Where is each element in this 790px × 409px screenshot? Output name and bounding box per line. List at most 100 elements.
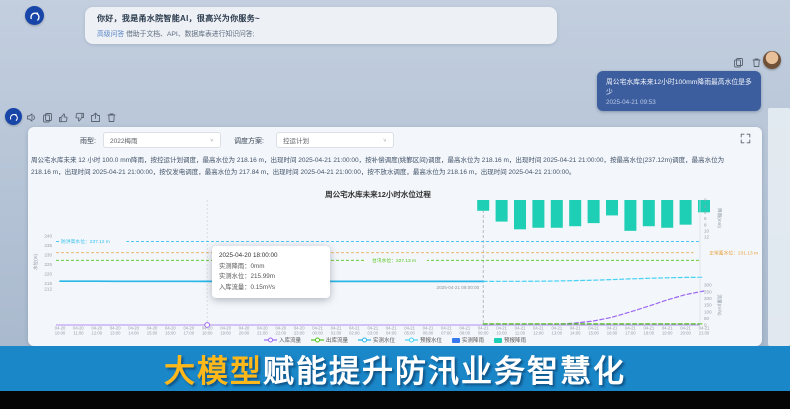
tooltip-rows: 实测降雨：0mm实测水位：215.99m入库流量：0.15m³/s bbox=[219, 262, 323, 294]
plan-value: 控运计划 bbox=[283, 135, 309, 145]
legend-item[interactable]: 预报降雨 bbox=[494, 336, 526, 344]
user-avatar bbox=[763, 51, 781, 69]
trash-icon[interactable] bbox=[106, 110, 117, 128]
water-level-chart[interactable]: 2025-04-21 09:00:00 防洪高水位：237.12 m 正常蓄水位：2… bbox=[28, 198, 762, 338]
svg-text:4: 4 bbox=[704, 210, 707, 215]
svg-text:00:00: 00:00 bbox=[312, 331, 323, 336]
legend-line-marker bbox=[358, 337, 371, 343]
legend-item[interactable]: 出库流量 bbox=[311, 336, 348, 344]
legend-label: 入库流量 bbox=[279, 336, 301, 344]
svg-text:10:00: 10:00 bbox=[496, 331, 507, 336]
svg-text:09:00: 09:00 bbox=[478, 331, 489, 336]
thumbs-down-icon[interactable] bbox=[74, 110, 85, 128]
svg-text:02:00: 02:00 bbox=[349, 331, 360, 336]
svg-text:215: 215 bbox=[44, 281, 52, 286]
svg-text:200: 200 bbox=[704, 296, 712, 301]
svg-text:01:00: 01:00 bbox=[331, 331, 342, 336]
greeting-title: 你好，我是甬水院智能AI，很高兴为你服务~ bbox=[97, 13, 545, 24]
banner-text: 大模型赋能提升防汛业务智慧化 bbox=[164, 346, 626, 391]
svg-text:防洪高水位：237.12 m: 防洪高水位：237.12 m bbox=[61, 238, 110, 245]
svg-text:12:00: 12:00 bbox=[533, 331, 544, 336]
greeting-desc: 高级问答 借助于文档、API、数据库表进行知识问答; bbox=[97, 28, 545, 38]
svg-text:220: 220 bbox=[44, 271, 52, 276]
svg-text:12: 12 bbox=[704, 235, 710, 240]
svg-text:15:00: 15:00 bbox=[588, 331, 599, 336]
svg-text:0: 0 bbox=[704, 198, 707, 203]
legend-item[interactable]: 预报水位 bbox=[405, 336, 442, 344]
svg-text:50: 50 bbox=[704, 316, 710, 321]
svg-text:2025-04-21 09:00:00: 2025-04-21 09:00:00 bbox=[437, 285, 480, 290]
svg-text:04:00: 04:00 bbox=[386, 331, 397, 336]
legend-rect-marker bbox=[452, 338, 460, 343]
legend-label: 实测降雨 bbox=[462, 336, 484, 344]
banner-rest: 赋能提升防汛业务智慧化 bbox=[263, 354, 626, 389]
svg-text:100: 100 bbox=[704, 309, 712, 314]
tooltip-row: 实测水位：215.99m bbox=[219, 272, 323, 283]
tooltip-row: 入库流量：0.15m³/s bbox=[219, 283, 323, 294]
svg-text:流量(m³/s): 流量(m³/s) bbox=[716, 294, 723, 316]
svg-text:250: 250 bbox=[704, 289, 712, 294]
svg-text:20:00: 20:00 bbox=[239, 331, 250, 336]
svg-text:235: 235 bbox=[44, 243, 52, 248]
legend-line-marker bbox=[311, 337, 324, 343]
svg-text:150: 150 bbox=[704, 303, 712, 308]
svg-text:03:00: 03:00 bbox=[368, 331, 379, 336]
rain-type-value: 2022梅雨 bbox=[110, 135, 137, 145]
svg-text:240: 240 bbox=[44, 234, 52, 239]
svg-text:14:00: 14:00 bbox=[570, 331, 581, 336]
svg-text:21:00: 21:00 bbox=[699, 331, 710, 336]
legend-item[interactable]: 实测降雨 bbox=[452, 336, 484, 344]
legend-label: 预报降雨 bbox=[504, 336, 526, 344]
thumbs-up-icon[interactable] bbox=[58, 110, 69, 128]
svg-text:台汛水位：227.13 m: 台汛水位：227.13 m bbox=[372, 257, 416, 264]
svg-text:13:00: 13:00 bbox=[552, 331, 563, 336]
svg-text:19:00: 19:00 bbox=[662, 331, 673, 336]
banner-highlight: 大模型 bbox=[164, 354, 263, 389]
svg-text:17:00: 17:00 bbox=[625, 331, 636, 336]
svg-text:正常蓄水位：231.13 m: 正常蓄水位：231.13 m bbox=[709, 250, 758, 257]
qa-mode-tag: 高级问答 bbox=[97, 31, 124, 38]
svg-text:14:00: 14:00 bbox=[128, 331, 139, 336]
svg-text:10: 10 bbox=[704, 228, 710, 233]
svg-text:13:00: 13:00 bbox=[110, 331, 121, 336]
background: 你好，我是甬水院智能AI，很高兴为你服务~ 高级问答 借助于文档、API、数据库… bbox=[0, 0, 790, 409]
svg-text:06:00: 06:00 bbox=[423, 331, 434, 336]
svg-text:8: 8 bbox=[704, 222, 707, 227]
svg-text:225: 225 bbox=[44, 262, 52, 267]
user-message-bubble: 周公宅水库未来12小时100mm降雨最高水位是多少 2025-04-21 09:… bbox=[597, 71, 761, 111]
legend-label: 实测水位 bbox=[373, 336, 395, 344]
svg-text:23:00: 23:00 bbox=[294, 331, 305, 336]
fullscreen-icon[interactable] bbox=[740, 131, 751, 149]
svg-text:08:00: 08:00 bbox=[460, 331, 471, 336]
copy-icon[interactable] bbox=[42, 110, 53, 128]
chart-legend: 入库流量 出库流量 实测水位 预报水位 实测降雨 预报降雨 bbox=[28, 336, 762, 344]
chevron-down-icon: ∨ bbox=[383, 137, 387, 143]
assistant-avatar bbox=[5, 108, 22, 125]
svg-text:10:00: 10:00 bbox=[55, 331, 66, 336]
sound-icon[interactable] bbox=[26, 110, 37, 128]
export-icon[interactable] bbox=[90, 110, 101, 128]
svg-text:16:00: 16:00 bbox=[165, 331, 176, 336]
svg-text:18:00: 18:00 bbox=[644, 331, 655, 336]
svg-text:17:00: 17:00 bbox=[184, 331, 195, 336]
assistant-logo-icon bbox=[28, 9, 41, 22]
svg-text:降雨(mm): 降雨(mm) bbox=[716, 208, 723, 228]
svg-text:07:00: 07:00 bbox=[441, 331, 452, 336]
svg-text:6: 6 bbox=[704, 216, 707, 221]
assistant-avatar bbox=[25, 6, 44, 25]
user-message-text: 周公宅水库未来12小时100mm降雨最高水位是多少 bbox=[606, 76, 752, 96]
rain-type-select[interactable]: 2022梅雨 ∨ bbox=[103, 132, 221, 148]
answer-text: 周公宅水库未来 12 小时 100.0 mm降雨，按控运计划调度，最高水位为 2… bbox=[31, 155, 733, 178]
legend-rect-marker bbox=[494, 338, 502, 343]
svg-text:19:00: 19:00 bbox=[220, 331, 231, 336]
assistant-greeting-bubble: 你好，我是甬水院智能AI，很高兴为你服务~ 高级问答 借助于文档、API、数据库… bbox=[85, 7, 557, 44]
legend-item[interactable]: 入库流量 bbox=[264, 336, 301, 344]
legend-item[interactable]: 实测水位 bbox=[358, 336, 395, 344]
svg-text:15:00: 15:00 bbox=[147, 331, 158, 336]
legend-line-marker bbox=[405, 337, 418, 343]
svg-text:22:00: 22:00 bbox=[276, 331, 287, 336]
legend-label: 出库流量 bbox=[326, 336, 348, 344]
chevron-down-icon: ∨ bbox=[210, 137, 214, 143]
plan-select[interactable]: 控运计划 ∨ bbox=[276, 132, 394, 148]
bottom-bar bbox=[0, 391, 790, 409]
